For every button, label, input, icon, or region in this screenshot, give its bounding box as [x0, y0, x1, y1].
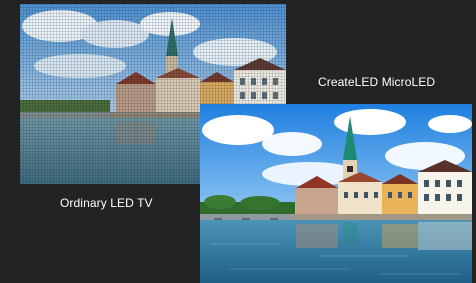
ordinary-led-caption: Ordinary LED TV — [60, 196, 153, 210]
microled-photo — [200, 104, 472, 283]
city-river-photo-icon — [200, 104, 472, 283]
comparison-stage: Ordinary LED TV CreateLED MicroLED — [0, 0, 476, 283]
microled-caption: CreateLED MicroLED — [318, 75, 436, 89]
